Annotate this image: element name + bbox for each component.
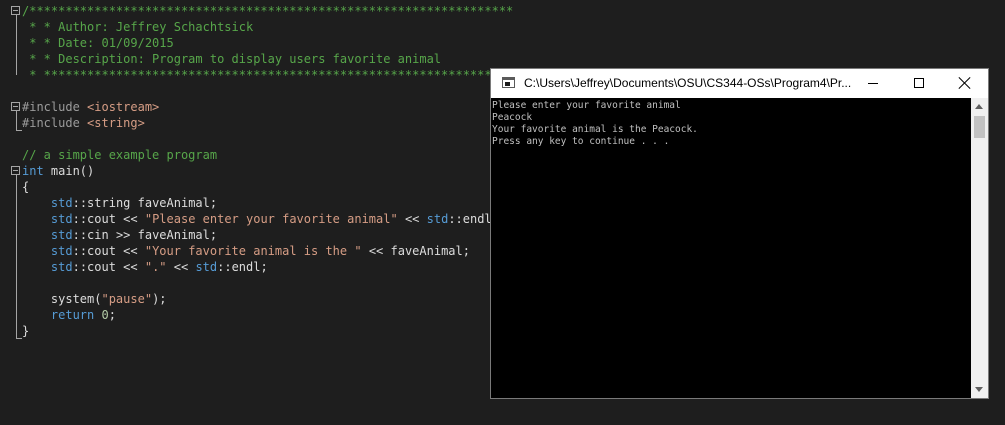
code-token: * * Description: Program to display user… (22, 52, 442, 66)
outline-guide-comment (16, 15, 17, 75)
code-token: /***************************************… (22, 4, 514, 18)
code-line: * **************************************… (22, 67, 506, 83)
code-token: << (166, 260, 196, 274)
code-line: std::cout << "." << std::endl; (22, 259, 268, 275)
code-token: system( (22, 292, 102, 306)
code-line: std::cout << "Please enter your favorite… (22, 211, 499, 227)
code-line: { (22, 179, 29, 195)
code-token: "Your favorite animal is the " (144, 244, 362, 258)
console-titlebar[interactable]: C:\Users\Jeffrey\Documents\OSU\CS344-OSs… (491, 69, 988, 98)
code-token: main() (43, 164, 95, 178)
code-token: ; (108, 308, 116, 322)
code-token: <iostream> (87, 100, 160, 114)
console-line: Peacock (492, 112, 533, 123)
code-line: * * Author: Jeffrey Schachtsick (22, 19, 253, 35)
minimize-button[interactable] (850, 69, 896, 98)
code-token: "pause" (101, 292, 153, 306)
code-token: ::cout << (72, 212, 145, 226)
scroll-down-icon[interactable] (975, 387, 983, 392)
code-token: int (22, 164, 44, 178)
code-token: std (426, 212, 449, 226)
code-token: return (50, 308, 95, 322)
code-line: * * Date: 01/09/2015 (22, 35, 174, 51)
outline-guide-include (16, 111, 17, 131)
code-token: * * Date: 01/09/2015 (22, 36, 174, 50)
code-token: <string> (87, 116, 145, 130)
console-output[interactable]: Please enter your favorite animal Peacoc… (491, 98, 971, 398)
console-line: Press any key to continue . . . (492, 136, 670, 147)
code-token: std (50, 244, 73, 258)
code-token: std (50, 196, 73, 210)
code-token: { (22, 180, 30, 194)
maximize-icon (914, 78, 924, 88)
code-token: ::cin >> faveAnimal; (72, 228, 218, 242)
code-line: system("pause"); (22, 291, 167, 307)
minimize-icon (868, 83, 878, 84)
code-token: std (50, 260, 73, 274)
code-line: #include <string> (22, 115, 145, 131)
code-line: * * Description: Program to display user… (22, 51, 441, 67)
code-token: ); (152, 292, 167, 306)
code-line: std::string faveAnimal; (22, 195, 217, 211)
code-line: int main() (22, 163, 94, 179)
code-token: } (22, 324, 30, 338)
scroll-thumb[interactable] (974, 116, 985, 138)
outline-guide-main (16, 175, 17, 338)
console-scrollbar[interactable] (971, 98, 988, 398)
code-token: ::string faveAnimal; (72, 196, 218, 210)
console-line: Your favorite animal is the Peacock. (492, 124, 698, 135)
code-token: "." (144, 260, 167, 274)
code-token: std (50, 228, 73, 242)
code-token: << faveAnimal; (361, 244, 470, 258)
collapse-include-icon[interactable] (11, 102, 20, 111)
code-line: // a simple example program (22, 147, 217, 163)
code-token: << (397, 212, 427, 226)
scroll-up-icon[interactable] (975, 104, 983, 109)
code-token: * * Author: Jeffrey Schachtsick (22, 20, 254, 34)
console-window[interactable]: C:\Users\Jeffrey\Documents\OSU\CS344-OSs… (490, 68, 989, 399)
code-token: ::cout << (72, 260, 145, 274)
console-title: C:\Users\Jeffrey\Documents\OSU\CS344-OSs… (524, 76, 852, 90)
code-token: * **************************************… (22, 68, 507, 82)
code-token: "Please enter your favorite animal" (144, 212, 398, 226)
code-token: // a simple example program (22, 148, 218, 162)
collapse-comment-icon[interactable] (11, 6, 20, 15)
code-token: 0 (101, 308, 109, 322)
console-line: Please enter your favorite animal (492, 100, 681, 111)
code-token: #include (22, 100, 88, 114)
code-line: } (22, 323, 29, 339)
console-app-icon[interactable] (502, 77, 515, 88)
code-token: std (50, 212, 73, 226)
code-token: #include (22, 116, 88, 130)
code-line: std::cin >> faveAnimal; (22, 227, 217, 243)
code-line: /***************************************… (22, 3, 513, 19)
code-token: ::endl; (217, 260, 268, 274)
maximize-button[interactable] (896, 69, 942, 98)
code-line: std::cout << "Your favorite animal is th… (22, 243, 470, 259)
close-icon (959, 77, 971, 89)
code-line: return 0; (22, 307, 116, 323)
collapse-main-icon[interactable] (11, 166, 20, 175)
code-token: ::cout << (72, 244, 145, 258)
close-button[interactable] (942, 69, 988, 98)
code-line: #include <iostream> (22, 99, 159, 115)
code-token: std (195, 260, 218, 274)
